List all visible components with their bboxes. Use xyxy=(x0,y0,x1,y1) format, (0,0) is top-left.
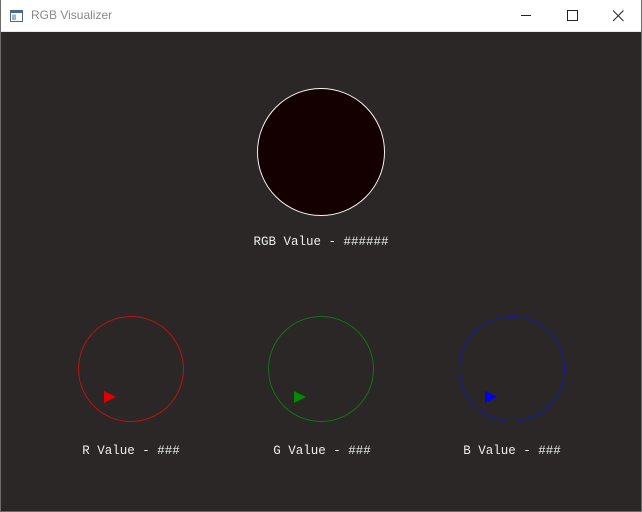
app-window-icon xyxy=(10,9,23,22)
minimize-button[interactable] xyxy=(503,0,549,31)
blue-dial-pointer-icon[interactable] xyxy=(485,391,497,403)
blue-value-label: B Value - ### xyxy=(463,444,561,458)
green-dial[interactable] xyxy=(268,316,374,422)
rgb-value-label: RGB Value - ###### xyxy=(253,235,389,249)
blue-dial[interactable] xyxy=(459,316,565,422)
title-bar[interactable]: RGB Visualizer xyxy=(1,0,641,32)
close-button[interactable] xyxy=(595,0,641,31)
window-title: RGB Visualizer xyxy=(31,8,113,22)
color-preview-circle xyxy=(257,88,385,216)
green-value-label: G Value - ### xyxy=(273,444,371,458)
red-dial[interactable] xyxy=(78,316,184,422)
green-dial-pointer-icon[interactable] xyxy=(294,391,306,403)
maximize-button[interactable] xyxy=(549,0,595,31)
visualizer-canvas: RGB Value - ###### R Value - ### G Value… xyxy=(1,32,641,511)
red-value-label: R Value - ### xyxy=(82,444,180,458)
app-window: RGB Visualizer RGB Value - ###### R Valu… xyxy=(0,0,642,512)
red-dial-pointer-icon[interactable] xyxy=(104,391,116,403)
